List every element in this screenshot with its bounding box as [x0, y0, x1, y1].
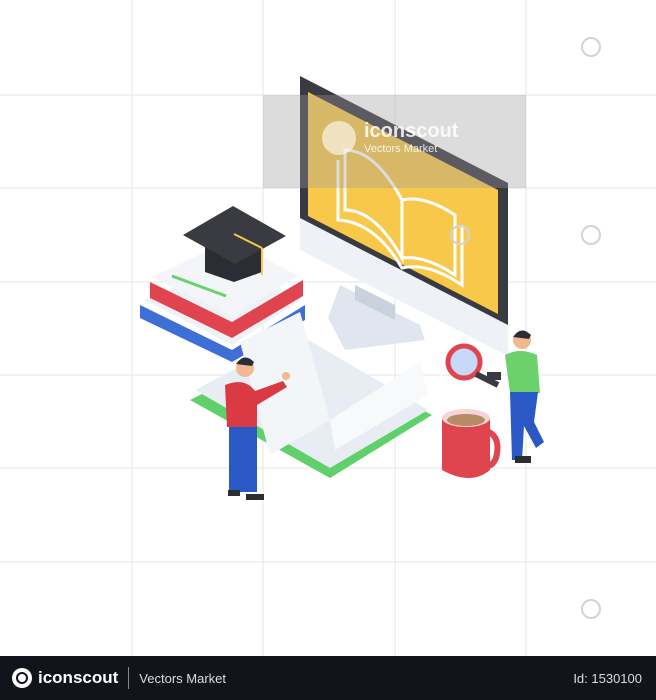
footer-logo[interactable]: iconscout	[12, 668, 118, 688]
asset-id: Id: 1530100	[573, 670, 642, 686]
footer-bar: iconscout Vectors Market Id: 1530100	[0, 656, 656, 700]
watermark-subtitle: Vectors Market	[364, 143, 438, 155]
coffee-cup-icon	[442, 409, 501, 478]
iconscout-logo-icon	[12, 668, 32, 688]
illustration	[0, 0, 656, 656]
divider	[128, 667, 130, 689]
watermark-brand: iconscout	[364, 120, 459, 142]
footer-subtitle: Vectors Market	[139, 670, 226, 686]
iconscout-logo-icon	[322, 120, 356, 155]
watermark: iconscout Vectors Market	[322, 120, 458, 155]
footer-brand: iconscout	[38, 668, 119, 687]
